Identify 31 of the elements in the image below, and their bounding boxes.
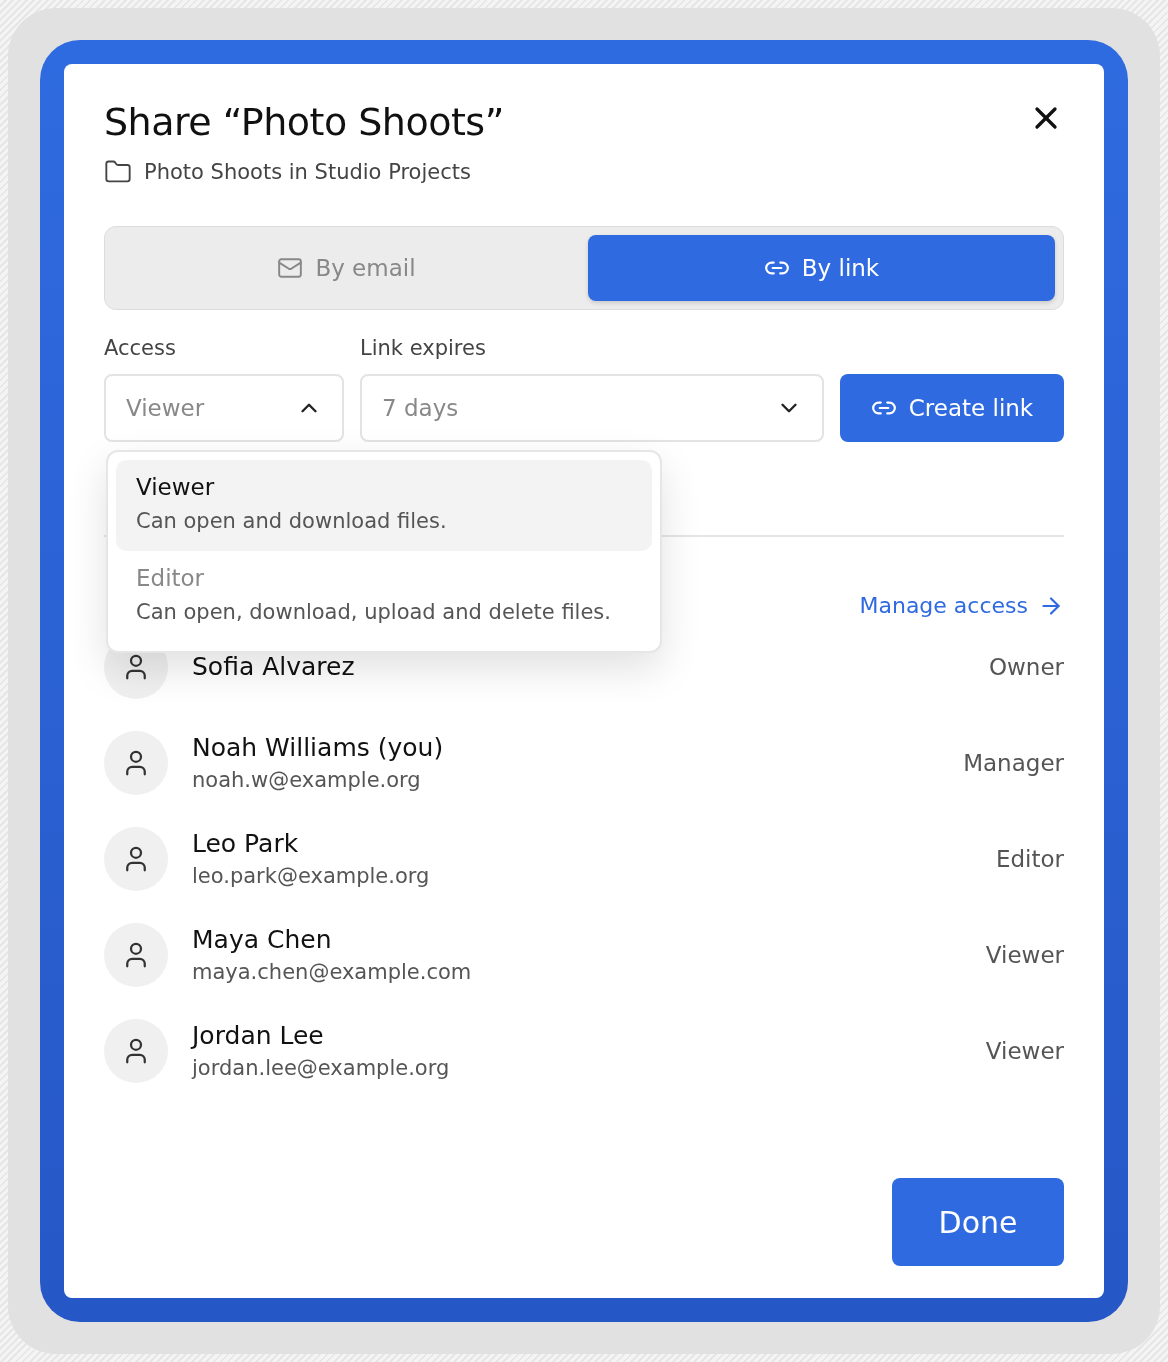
dialog-title: Share “Photo Shoots” (104, 100, 504, 146)
person-name: Noah Williams (you) (192, 733, 445, 763)
person-name: Leo Park (192, 829, 300, 859)
expiry-select[interactable]: 7 days (360, 373, 824, 442)
create-link-button[interactable]: Create link (840, 373, 1064, 442)
person-role: Viewer (985, 941, 1064, 968)
access-option[interactable]: Editor Can open, download, upload and delete files. (116, 551, 652, 643)
person-name: Jordan Lee (192, 1021, 325, 1051)
person-email: noah.w@example.org (192, 768, 422, 793)
manage-access-link[interactable]: Manage access (859, 592, 1064, 619)
person-name: Sofia Alvarez (192, 652, 356, 682)
person-role: Viewer (985, 1037, 1064, 1064)
option-description: Can open and download files. (136, 507, 448, 535)
access-select[interactable]: Viewer (104, 373, 344, 442)
person-email: maya.chen@example.com (192, 960, 473, 985)
person-role: Owner (988, 653, 1064, 680)
option-title: Editor (136, 565, 206, 592)
share-mode-tab[interactable]: By link (588, 234, 1055, 301)
person-email: jordan.lee@example.org (192, 1056, 451, 1081)
person-email: leo.park@example.org (192, 864, 431, 889)
person-name: Maya Chen (192, 925, 333, 955)
person-role: Manager (963, 749, 1064, 776)
folder-location: Photo Shoots in Studio Projects (144, 159, 471, 184)
done-button[interactable]: Done (892, 1178, 1064, 1266)
person-role: Editor (995, 845, 1064, 872)
field-label: Link expires (360, 335, 487, 360)
option-description: Can open, download, upload and delete files. (136, 599, 612, 627)
option-title: Viewer (136, 473, 216, 500)
access-option[interactable]: Viewer Can open and download files. (116, 459, 652, 552)
share-mode-tab[interactable]: By email (113, 234, 580, 301)
field-label: Access (104, 335, 177, 360)
